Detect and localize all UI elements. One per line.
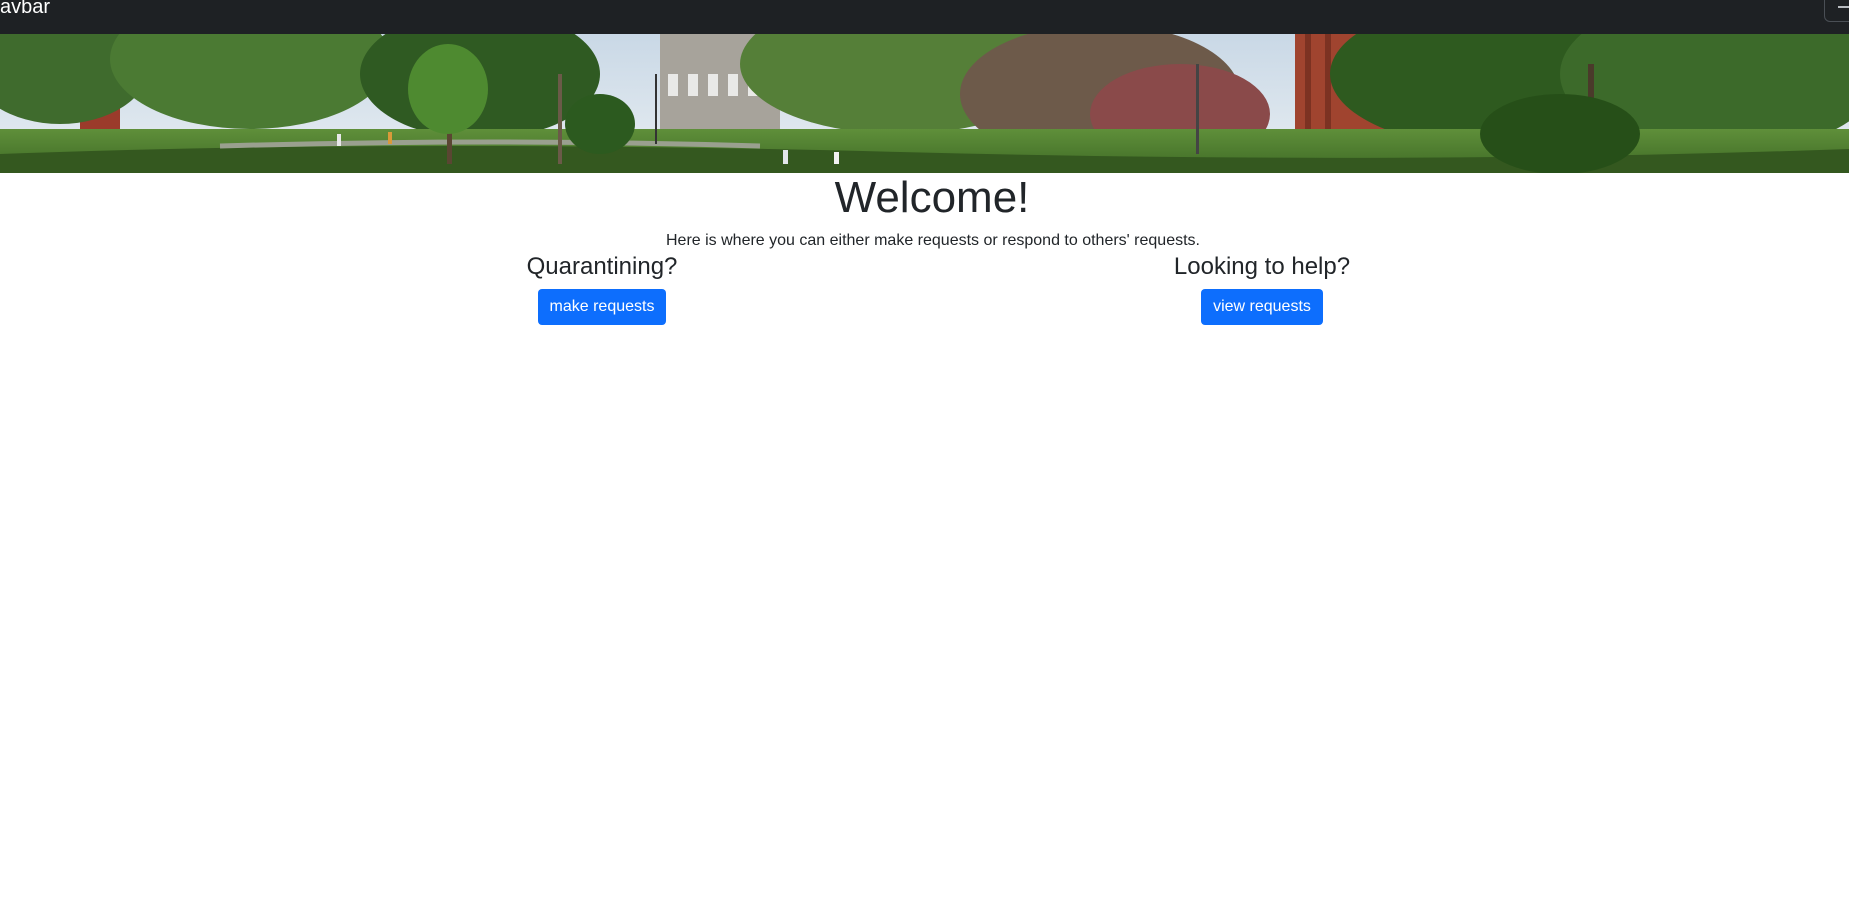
quarantining-heading: Quarantining? (526, 253, 678, 280)
navbar-brand[interactable]: avbar (0, 0, 50, 20)
navbar-toggler-button[interactable] (1824, 0, 1849, 22)
quarantining-section: Quarantining? make requests (502, 252, 702, 325)
page-title: Welcome! (834, 173, 1030, 222)
looking-to-help-heading: Looking to help? (1173, 253, 1351, 280)
hamburger-icon (1838, 6, 1849, 8)
top-navbar: avbar (0, 0, 1849, 34)
view-requests-button[interactable]: view requests (1201, 289, 1323, 325)
page-subtitle: Here is where you can either make reques… (666, 232, 1200, 249)
campus-banner-image (0, 34, 1849, 173)
make-requests-button[interactable]: make requests (537, 289, 667, 325)
helping-section: Looking to help? view requests (1162, 252, 1362, 325)
